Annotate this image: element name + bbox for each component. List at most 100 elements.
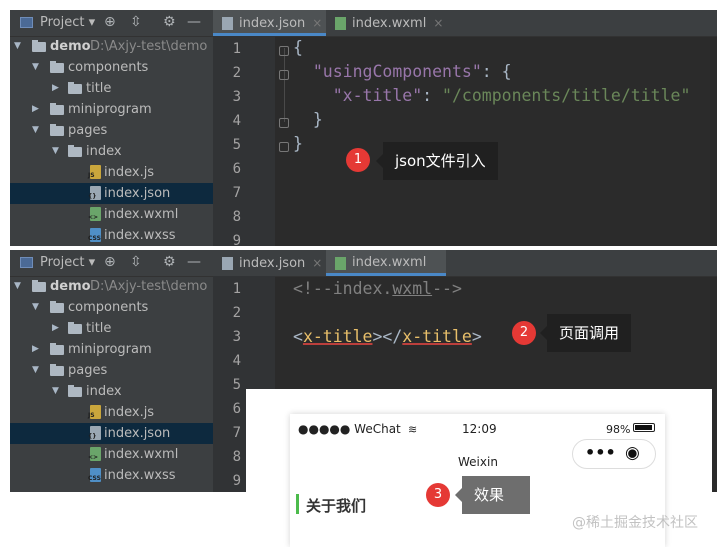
tree-item-miniprogram[interactable]: ▶ miniprogram — [10, 339, 213, 360]
wxml-file-icon — [335, 257, 346, 270]
collapse-icon[interactable]: ⇳ — [130, 254, 142, 270]
line-number: 6 — [232, 161, 241, 177]
tree-item-index-json[interactable]: {} index.json — [10, 183, 213, 204]
tree-item-index-js[interactable]: JS index.js — [10, 402, 213, 423]
tree-label: index — [86, 144, 122, 159]
expand-arrow-icon: ▼ — [32, 365, 39, 375]
tab-label: index.wxml — [352, 255, 427, 270]
line-number: 7 — [232, 425, 241, 441]
crosshair-icon[interactable]: ⊕ — [104, 14, 116, 30]
close-icon[interactable]: × — [312, 16, 322, 30]
line-number: 9 — [232, 233, 241, 246]
fold-marker-icon[interactable] — [279, 46, 289, 56]
tree-label: pages — [68, 363, 108, 378]
fold-marker-icon[interactable] — [279, 142, 289, 152]
folder-icon — [32, 280, 46, 292]
hide-icon[interactable]: — — [187, 14, 201, 30]
project-panel: Project ▾ ⊕ ⇳ ⚙ — ▼ demo D:\Axjy-test\de… — [10, 10, 213, 246]
line-number: 8 — [232, 209, 241, 225]
js-file-icon: JS — [88, 165, 101, 179]
tree-item-index-wxml[interactable]: <> index.wxml — [10, 204, 213, 225]
tree-item-index-js[interactable]: JS index.js — [10, 162, 213, 183]
tree-item-title[interactable]: ▶ title — [10, 78, 213, 99]
tab-index-json[interactable]: index.json × — [213, 250, 326, 276]
tree-path: D:\Axjy-test\demo — [90, 39, 208, 54]
capsule-menu[interactable]: ••• ◉ — [572, 439, 656, 469]
code-line-1[interactable]: { — [293, 38, 303, 57]
tree-item-index[interactable]: ▼ index — [10, 141, 213, 162]
code-line-3[interactable]: <x-title></x-title> — [293, 327, 482, 346]
tree-label: title — [86, 321, 112, 336]
fold-marker-icon[interactable] — [279, 70, 289, 80]
collapse-icon[interactable]: ⇳ — [130, 14, 142, 30]
close-mini-program-icon[interactable]: ◉ — [625, 443, 640, 463]
tree-item-components[interactable]: ▼ components — [10, 57, 213, 78]
more-icon[interactable]: ••• — [585, 443, 616, 462]
close-icon[interactable]: × — [312, 256, 322, 270]
gear-icon[interactable]: ⚙ — [163, 254, 176, 270]
project-header: Project ▾ ⊕ ⇳ ⚙ — — [10, 250, 213, 277]
json-file-icon — [222, 257, 233, 270]
tab-label: index.json — [239, 256, 306, 271]
tree-item-index-wxml[interactable]: <> index.wxml — [10, 444, 213, 465]
json-file-icon — [222, 17, 233, 30]
tree-label: index — [86, 384, 122, 399]
line-number: 8 — [232, 449, 241, 465]
tree-item-index[interactable]: ▼ index — [10, 381, 213, 402]
code-line-5[interactable]: } — [293, 134, 303, 153]
code-line-4[interactable]: } — [293, 110, 323, 129]
tree-label: index.js — [104, 165, 155, 180]
tree-item-title[interactable]: ▶ title — [10, 318, 213, 339]
crosshair-icon[interactable]: ⊕ — [104, 254, 116, 270]
tree-item-miniprogram[interactable]: ▶ miniprogram — [10, 99, 213, 120]
code-line-3[interactable]: "x-title": "/components/title/title" — [293, 86, 691, 105]
tab-index-wxml[interactable]: index.wxml × — [326, 10, 446, 36]
close-icon[interactable]: × — [433, 16, 443, 30]
wifi-icon: ≋ — [408, 423, 418, 436]
project-dropdown[interactable]: Project ▾ — [40, 15, 95, 30]
folder-icon — [32, 40, 46, 52]
annotation-badge-3: 3 — [426, 483, 450, 507]
expand-arrow-icon: ▼ — [52, 146, 59, 156]
tree-item-pages[interactable]: ▼ pages — [10, 120, 213, 141]
status-time: 12:09 — [462, 422, 497, 436]
annotation-effect: 效果 — [455, 476, 530, 514]
tree-label: index.wxss — [104, 228, 176, 243]
gear-icon[interactable]: ⚙ — [163, 14, 176, 30]
css-file-icon: CSS — [88, 468, 101, 482]
tree-item-pages[interactable]: ▼ pages — [10, 360, 213, 381]
indent-guide — [284, 48, 285, 122]
tree-item-index-wxss[interactable]: CSS index.wxss — [10, 225, 213, 246]
expand-arrow-icon: ▼ — [14, 281, 21, 291]
expand-arrow-icon: ▼ — [52, 386, 59, 396]
tab-index-json[interactable]: index.json × — [213, 10, 326, 36]
line-number: 3 — [232, 329, 241, 345]
carrier-label: ●●●●● WeChat — [298, 422, 401, 436]
fold-marker-icon[interactable] — [279, 118, 289, 128]
tree-item-index-json[interactable]: {} index.json — [10, 423, 213, 444]
tree-item-index-wxss[interactable]: CSS index.wxss — [10, 465, 213, 486]
ide-window-json: Project ▾ ⊕ ⇳ ⚙ — ▼ demo D:\Axjy-test\de… — [10, 10, 717, 246]
tree-item-components[interactable]: ▼ components — [10, 297, 213, 318]
tree-label: index.js — [104, 405, 155, 420]
line-gutter: 1 2 3 4 5 6 7 8 9 — [213, 36, 275, 246]
code-line-2[interactable]: "usingComponents": { — [293, 62, 512, 81]
tree-item-demo[interactable]: ▼ demo D:\Axjy-test\demo — [10, 276, 213, 297]
annotation-badge-1: 1 — [346, 148, 370, 172]
tab-index-wxml[interactable]: index.wxml — [326, 250, 446, 276]
tab-label: index.json — [239, 16, 306, 31]
tree-item-demo[interactable]: ▼ demo D:\Axjy-test\demo — [10, 36, 213, 57]
chevron-down-icon: ▾ — [88, 15, 96, 30]
editor-json: index.json × index.wxml × 1 2 3 4 5 6 7 8 … — [213, 10, 717, 246]
line-number: 6 — [232, 401, 241, 417]
project-dropdown[interactable]: Project ▾ — [40, 255, 95, 270]
tree-label: index.wxml — [104, 207, 179, 222]
line-number: 5 — [232, 137, 241, 153]
project-view-icon — [20, 17, 33, 28]
collapse-arrow-icon: ▶ — [52, 83, 59, 93]
js-file-icon: JS — [88, 405, 101, 419]
json-file-icon: {} — [88, 186, 101, 200]
line-number: 1 — [232, 41, 241, 57]
code-line-1[interactable]: <!--index.wxml--> — [293, 279, 462, 298]
hide-icon[interactable]: — — [187, 254, 201, 270]
